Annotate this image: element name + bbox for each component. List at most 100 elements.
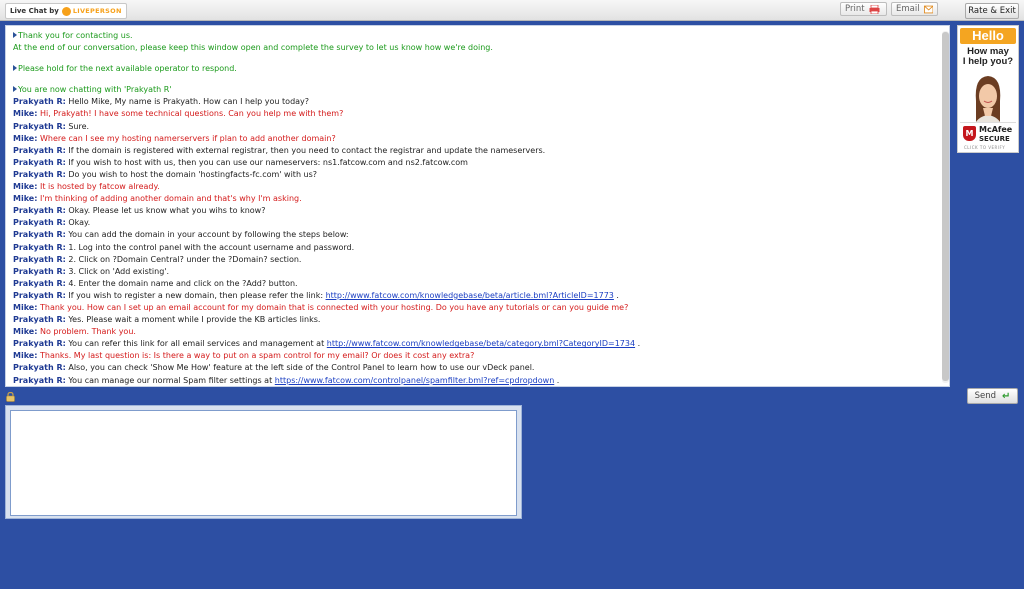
message-text: If you wish to host with us, then you ca…	[65, 157, 468, 167]
operator-name: Prakyath R:	[13, 206, 66, 216]
message-text: Thanks. My last question is: Is there a …	[37, 351, 475, 361]
ad-hello-text: Hello	[960, 28, 1016, 44]
message-text-after: .	[554, 375, 560, 385]
message-text: Also, you can check 'Show Me How' featur…	[65, 363, 535, 373]
scrollbar-thumb[interactable]	[942, 32, 949, 381]
chat-message: Prakyath R: Okay. Please let us know wha…	[13, 205, 928, 217]
operator-name: Prakyath R:	[13, 230, 66, 240]
chat-message: Prakyath R: You can manage our normal Sp…	[13, 375, 928, 387]
envelope-icon	[923, 5, 933, 13]
message-text: Do you wish to host the domain 'hostingf…	[65, 169, 318, 179]
message-text: Hello Mike, My name is Prakyath. How can…	[65, 97, 310, 107]
message-text: Yes. Please wait a moment while I provid…	[65, 315, 321, 325]
chat-message: Prakyath R: 1. Log into the control pane…	[13, 242, 928, 254]
message-link[interactable]: https://www.fatcow.com/controlpanel/spam…	[275, 376, 555, 385]
system-message: At the end of our conversation, please k…	[13, 42, 928, 54]
message-input[interactable]	[10, 410, 517, 516]
message-arrow-icon	[13, 65, 17, 72]
chat-message: Mike: I'm thinking of adding another dom…	[13, 193, 928, 205]
message-text: Okay. Please let us know what you wihs t…	[65, 206, 266, 216]
hello-ad-banner[interactable]: Hello How may I help you? M McAfee SECUR…	[957, 25, 1019, 153]
chat-message: Prakyath R: Also, you can check 'Show Me…	[13, 362, 928, 374]
message-text: You can add the domain in your account b…	[65, 230, 349, 240]
message-text: If the domain is registered with externa…	[65, 145, 546, 155]
message-text: No problem. Thank you.	[37, 327, 136, 337]
message-text: Sure.	[65, 121, 90, 131]
ad-help-line2: I help you?	[962, 56, 1014, 67]
chat-message: Prakyath R: If you wish to host with us,…	[13, 157, 928, 169]
chat-message: Prakyath R: You can add the domain in yo…	[13, 229, 928, 241]
system-message-text: Thank you for contacting us.	[18, 31, 133, 40]
system-message-text: Please hold for the next available opera…	[18, 64, 237, 74]
printer-icon	[869, 4, 880, 14]
message-text: You can refer this link for all email se…	[65, 339, 327, 349]
message-text-after: .	[635, 339, 641, 349]
operator-name: Prakyath R:	[13, 121, 66, 131]
message-text: 1. Log into the control panel with the a…	[65, 242, 355, 252]
print-button[interactable]: Print	[840, 2, 887, 16]
chat-message: Prakyath R: Hello Mike, My name is Praky…	[13, 96, 928, 108]
chat-message: Prakyath R: Okay.	[13, 217, 928, 229]
chat-message: Mike: Hi, Prakyath! I have some technica…	[13, 108, 928, 120]
visitor-name: Mike:	[13, 327, 38, 337]
chat-message: Mike: Where can I see my hosting namerse…	[13, 133, 928, 145]
chat-message: Prakyath R: 4. Enter the domain name and…	[13, 278, 928, 290]
system-message: Please hold for the next available opera…	[13, 63, 928, 75]
mcafee-secure: SECURE	[979, 135, 1010, 143]
operator-name: Prakyath R:	[13, 375, 66, 385]
chat-message: Mike: Thanks. My last question is: Is th…	[13, 350, 928, 362]
chat-message: Prakyath R: 2. Click on ?Domain Central?…	[13, 254, 928, 266]
visitor-name: Mike:	[13, 182, 38, 192]
message-arrow-icon	[13, 86, 17, 93]
message-link[interactable]: http://www.fatcow.com/knowledgebase/beta…	[326, 291, 614, 300]
message-text: Thank you. How can I set up an email acc…	[37, 302, 629, 312]
system-message-text: At the end of our conversation, please k…	[13, 43, 493, 53]
message-text: It is hosted by fatcow already.	[37, 182, 160, 192]
chat-message: Prakyath R: Sure.	[13, 121, 928, 133]
operator-name: Prakyath R:	[13, 315, 66, 325]
chat-message: Prakyath R: Yes. Please wait a moment wh…	[13, 314, 928, 326]
message-text: I'm thinking of adding another domain an…	[37, 194, 302, 204]
message-text: You can manage our normal Spam filter se…	[65, 375, 275, 385]
chat-message: Mike: It is hosted by fatcow already.	[13, 181, 928, 193]
message-input-area	[5, 405, 522, 519]
message-text: 3. Click on 'Add existing'.	[65, 266, 170, 276]
operator-name: Prakyath R:	[13, 339, 66, 349]
visitor-name: Mike:	[13, 194, 38, 204]
email-button[interactable]: Email	[891, 2, 938, 16]
transcript-scrollbar[interactable]	[942, 31, 949, 383]
chat-message: Prakyath R: Do you wish to host the doma…	[13, 169, 928, 181]
operator-name: Prakyath R:	[13, 145, 66, 155]
visitor-name: Mike:	[13, 109, 38, 119]
liveperson-brand: Live Chat by LIVEPERSON	[5, 3, 127, 19]
system-message: Thank you for contacting us.	[13, 30, 928, 42]
operator-name: Prakyath R:	[13, 254, 66, 264]
visitor-name: Mike:	[13, 133, 38, 143]
operator-name: Prakyath R:	[13, 266, 66, 276]
send-button[interactable]: Send ↵	[967, 388, 1018, 404]
message-gap	[13, 54, 928, 63]
top-toolbar: Live Chat by LIVEPERSON Print Email Rate…	[0, 0, 1024, 21]
message-arrow-icon	[13, 32, 17, 38]
mcafee-secure-badge[interactable]: M McAfee SECURE CLICK TO VERIFY	[960, 122, 1016, 152]
ad-help-text: How may I help you?	[958, 47, 1018, 67]
operator-name: Prakyath R:	[13, 278, 66, 288]
visitor-name: Mike:	[13, 302, 38, 312]
system-message-text: You are now chatting with 'Prakyath R'	[18, 85, 172, 95]
chat-message: Mike: Thank you. How can I set up an ema…	[13, 302, 928, 314]
message-link[interactable]: http://www.fatcow.com/knowledgebase/beta…	[327, 339, 635, 348]
liveperson-logo-icon	[61, 6, 71, 16]
send-label: Send	[974, 391, 997, 401]
message-text: 4. Enter the domain name and click on th…	[65, 278, 298, 288]
brand-company: LIVEPERSON	[72, 7, 122, 15]
mcafee-shield-icon: M	[963, 126, 976, 141]
mcafee-name: McAfee	[979, 125, 1013, 134]
enter-arrow-icon: ↵	[1002, 390, 1011, 402]
message-text: Hi, Prakyath! I have some technical ques…	[37, 109, 344, 119]
chat-message: Prakyath R: If the domain is registered …	[13, 145, 928, 157]
message-text-after: .	[613, 290, 619, 300]
message-text: Where can I see my hosting namerservers …	[37, 133, 336, 143]
brand-label: Live Chat by	[10, 7, 59, 15]
chat-message: Prakyath R: 3. Click on 'Add existing'.	[13, 266, 928, 278]
rate-exit-button[interactable]: Rate & Exit	[965, 3, 1019, 19]
